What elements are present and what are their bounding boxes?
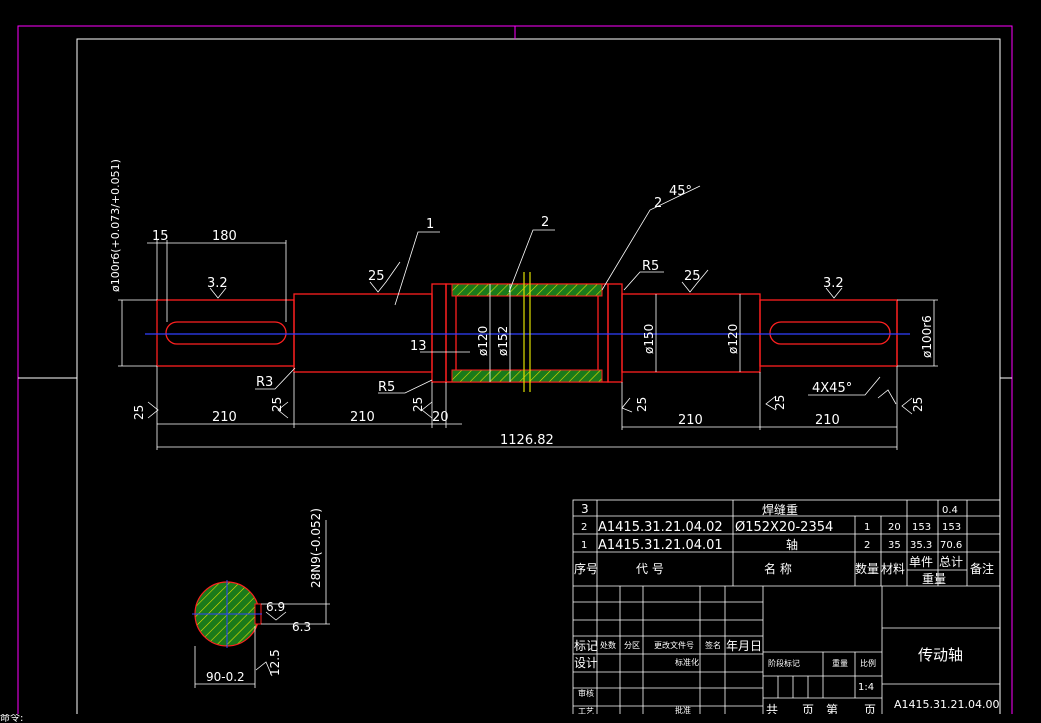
rough-25-v1: 25 [132,405,146,420]
tb-date: 年月日 [726,639,762,653]
bom-row3-total: 0.4 [942,505,958,516]
tb-scale-value: 1:4 [858,682,874,693]
sec-90-label: 90-0.2 [206,670,245,684]
bom-header-unit: 单件 [909,555,933,569]
tb-mark: 标记 [574,639,598,653]
bom-header-weight: 重量 [922,572,946,586]
command-line[interactable]: 命令: [0,714,1041,723]
r5-top-label: R5 [642,259,659,274]
dim-d100-right: ø100r6 [920,315,934,358]
bom-row2-code: A1415.31.21.04.02 [598,520,723,535]
bom-row1-no: 1 [581,540,587,551]
part-label-1: 1 [426,217,434,232]
dim-d120-a: ø120 [476,326,490,356]
roughness-32-b: 3.2 [823,276,844,291]
bom-header-name: 名 称 [764,561,792,576]
bom-row1-total: 70.6 [940,540,962,551]
bom-header-remark: 备注 [970,561,994,576]
rough-25-v3: 25 [411,397,425,412]
rough-25-v2: 25 [270,397,284,412]
tb-drawing-no: A1415.31.21.04.00 [894,698,1000,711]
bom-row1-name: 轴 [786,537,798,552]
tb-sign: 签名 [705,640,721,650]
dim-total: 1126.82 [500,433,554,448]
roughness-25-b: 25 [684,269,701,284]
bom-row2-total: 153 [942,522,961,533]
key-width-label: 28N9(-0.052) [309,508,323,588]
sec-69-label: 6.9 [266,600,285,614]
sec-125-label: 12.5 [268,649,282,676]
chamfer-label: 4X45° [812,381,852,396]
cross-section: 28N9(-0.052) 6.9 6.3 12.5 90-0.2 [192,508,330,688]
tb-part-name: 传动轴 [918,646,963,664]
bom-header-total: 总计 [939,555,963,569]
dim-210-b: 210 [350,410,375,425]
part-label-2b: 2 [654,196,662,211]
chamfer-angle-label: 45° [669,184,692,199]
bom-row1-qty: 2 [864,540,870,551]
dim-15: 15 [152,229,169,244]
bom-row1-unit: 35.3 [910,540,932,551]
bom-header-qty: 数量 [855,561,879,576]
sec-63-label: 6.3 [292,620,311,634]
dim-180: 180 [212,229,237,244]
rough-25-v4: 25 [635,397,649,412]
dim-d150: ø150 [642,324,656,354]
bom-header-code: 代 号 [636,562,664,576]
bom-row2-name: Ø152X20-2354 [735,520,833,535]
bom-row2-mat: 20 [888,522,901,533]
bom-header-no: 序号 [574,561,598,576]
tb-design: 设计 [574,656,598,670]
bom-row3-name: 焊缝重 [762,502,798,517]
dim-d152: ø152 [496,326,510,356]
shaft-outline [156,283,898,383]
bom-row1-code: A1415.31.21.04.01 [598,538,723,553]
dim-d100-left: ø100r6(+0.073/+0.051) [109,159,122,292]
dim-210-c: 210 [678,413,703,428]
roughness-32-a: 3.2 [207,276,228,291]
dimension-lines [118,185,938,450]
part-label-2: 2 [541,215,549,230]
bom-row3-no: 3 [581,502,589,516]
rough-25-v5: 25 [773,395,787,410]
bom-row2-unit: 153 [912,522,931,533]
r5-bottom-label: R5 [378,380,395,395]
tb-count: 处数 [600,640,616,650]
rough-25-v6: 25 [911,397,925,412]
bom-header-mat: 材料 [881,562,905,576]
dim-210-d: 210 [815,413,840,428]
tb-scale: 比例 [860,658,876,668]
tb-stage: 阶段标记 [768,658,800,668]
drawing-labels: 1 2 2 45° R5 R3 R5 25 25 3.2 3.2 4X45° 1… [109,159,934,448]
tb-zone: 分区 [624,641,640,650]
bom-row2-qty: 1 [864,522,870,533]
bom-row2-no: 2 [581,522,587,533]
r3-label: R3 [256,375,273,390]
dim-13: 13 [410,339,427,354]
tb-standard: 标准化 [675,657,699,667]
tb-change-doc: 更改文件号 [654,640,694,650]
tb-review: 审核 [578,688,594,698]
bom-row1-mat: 35 [888,540,901,551]
hatched-section [451,283,603,383]
cad-drawing-canvas[interactable]: 1 2 2 45° R5 R3 R5 25 25 3.2 3.2 4X45° 1… [0,0,1041,723]
dim-20: 20 [432,410,449,425]
roughness-25-a: 25 [368,269,385,284]
dim-210-a: 210 [212,410,237,425]
dim-d120-b: ø120 [726,324,740,354]
tb-weight: 重量 [832,658,848,668]
